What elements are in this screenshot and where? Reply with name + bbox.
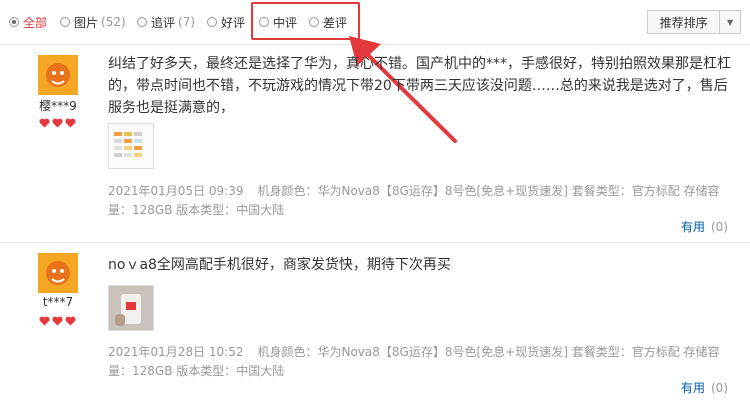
- filter-label: 追评: [151, 15, 176, 30]
- annotation-highlight-box: [251, 2, 360, 40]
- filter-count: (52): [101, 15, 126, 29]
- useful-count: (0): [711, 220, 728, 234]
- photo-icon: [109, 286, 153, 330]
- username: t***7: [42, 295, 74, 309]
- filter-label: 图片: [74, 15, 99, 30]
- useful-vote: 有用 (0): [681, 218, 728, 235]
- heart-icon: [65, 118, 76, 128]
- review-meta: 2021年01月28日 10:52 机身颜色：华为Nova8【8G运存】8号色[免…: [108, 343, 738, 381]
- avatar: [38, 253, 78, 293]
- review-text: 纠结了好多天，最终还是选择了华为，真心不错。国产机中的***，手感很好，特别拍照…: [108, 56, 731, 116]
- review-meta: 2021年01月05日 09:39 机身颜色：华为Nova8【8G运存】8号色[免…: [108, 182, 738, 220]
- heart-icon: [39, 316, 50, 326]
- filter-label: 全部: [23, 15, 48, 30]
- review-image-thumbnail[interactable]: [108, 123, 154, 169]
- filter-followup[interactable]: 追评 (7): [137, 12, 195, 32]
- heart-icon: [52, 316, 63, 326]
- filter-positive[interactable]: 好评: [207, 12, 245, 32]
- radio-icon[interactable]: [137, 17, 147, 27]
- heart-icon: [65, 316, 76, 326]
- review-date: 2021年01月05日 09:39: [108, 184, 244, 198]
- radio-icon[interactable]: [9, 17, 19, 27]
- review-image-thumbnail[interactable]: [108, 285, 154, 331]
- chevron-down-icon: ▼: [719, 11, 740, 33]
- review-item: t***7 noｖa8全网高配手机很好，商家发货快，期待下次再买 2021年01…: [0, 243, 750, 402]
- useful-button[interactable]: 有用: [681, 381, 705, 395]
- sort-dropdown[interactable]: 推荐排序 ▼: [647, 10, 741, 34]
- photo-icon: [114, 132, 142, 157]
- heart-icon: [52, 118, 63, 128]
- heart-icon: [39, 118, 50, 128]
- filter-label: 好评: [221, 15, 246, 30]
- username: 樱***9: [39, 99, 77, 113]
- review-text: noｖa8全网高配手机很好，商家发货快，期待下次再买: [108, 257, 451, 273]
- radio-icon[interactable]: [60, 17, 70, 27]
- filter-images[interactable]: 图片 (52): [60, 12, 126, 32]
- review-date: 2021年01月28日 10:52: [108, 345, 244, 359]
- radio-icon[interactable]: [207, 17, 217, 27]
- useful-vote: 有用 (0): [681, 379, 728, 396]
- filter-count: (7): [178, 15, 196, 29]
- avatar: [38, 55, 78, 95]
- review-item: 樱***9 纠结了好多天，最终还是选择了华为，真心不错。国产机中的***，手感很…: [0, 45, 750, 243]
- useful-button[interactable]: 有用: [681, 220, 705, 234]
- user-level-badge: [39, 118, 79, 128]
- filter-all[interactable]: 全部: [9, 12, 47, 32]
- useful-count: (0): [711, 381, 728, 395]
- user-level-badge: [39, 316, 79, 326]
- sort-label: 推荐排序: [659, 15, 708, 30]
